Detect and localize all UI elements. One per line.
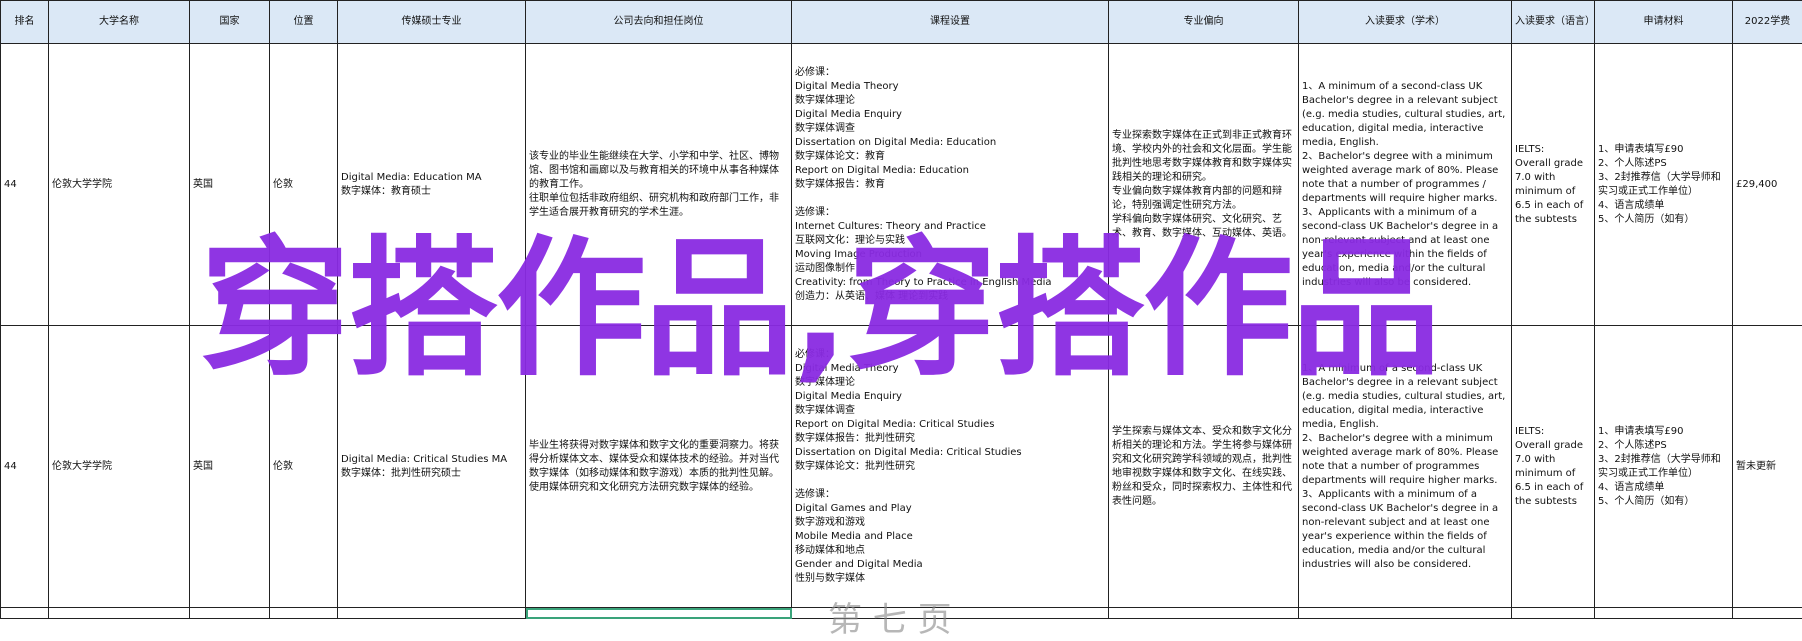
cell-fee[interactable]: 暂未更新	[1733, 326, 1802, 608]
col-header-university[interactable]: 大学名称	[49, 1, 190, 44]
cell-university[interactable]: 伦敦大学学院	[49, 44, 190, 326]
cell-location[interactable]: 伦敦	[270, 44, 338, 326]
cell-major[interactable]: Digital Media: Critical Studies MA 数字媒体：…	[338, 326, 526, 608]
header-row: 排名 大学名称 国家 位置 传媒硕士专业 公司去向和担任岗位 课程设置 专业偏向…	[1, 1, 1802, 44]
table-row: 44 伦敦大学学院 英国 伦敦 Digital Media: Critical …	[1, 326, 1802, 608]
cell-university[interactable]: 伦敦大学学院	[49, 326, 190, 608]
cell-language-req[interactable]: IELTS: Overall grade 7.0 with minimum of…	[1512, 44, 1595, 326]
col-header-country[interactable]: 国家	[190, 1, 270, 44]
col-header-rank[interactable]: 排名	[1, 1, 49, 44]
cell-fee[interactable]: £29,400	[1733, 44, 1802, 326]
cell-empty[interactable]	[1, 608, 49, 619]
cell-empty[interactable]	[1299, 608, 1512, 619]
spreadsheet-table: 排名 大学名称 国家 位置 传媒硕士专业 公司去向和担任岗位 课程设置 专业偏向…	[0, 0, 1802, 619]
col-header-fee[interactable]: 2022学费	[1733, 1, 1802, 44]
cell-academic-req[interactable]: 1、A minimum of a second-class UK Bachelo…	[1299, 44, 1512, 326]
cell-selected[interactable]	[526, 608, 792, 619]
cell-academic-req[interactable]: 1、A minimum of a second-class UK Bachelo…	[1299, 326, 1512, 608]
col-header-major[interactable]: 传媒硕士专业	[338, 1, 526, 44]
cell-focus[interactable]: 学生探索与媒体文本、受众和数字文化分析相关的理论和方法。学生将参与媒体研究和文化…	[1109, 326, 1299, 608]
cell-empty[interactable]	[338, 608, 526, 619]
cell-empty[interactable]	[1109, 608, 1299, 619]
cell-career[interactable]: 毕业生将获得对数字媒体和数字文化的重要洞察力。将获得分析媒体文本、媒体受众和媒体…	[526, 326, 792, 608]
cell-empty[interactable]	[1595, 608, 1733, 619]
col-header-academic-req[interactable]: 入读要求（学术）	[1299, 1, 1512, 44]
ghost-page-text: 第 七 页	[828, 592, 952, 641]
cell-empty[interactable]	[190, 608, 270, 619]
cell-country[interactable]: 英国	[190, 44, 270, 326]
cell-empty[interactable]	[270, 608, 338, 619]
col-header-language-req[interactable]: 入读要求（语言）	[1512, 1, 1595, 44]
cell-courses[interactable]: 必修课： Digital Media Theory 数字媒体理论 Digital…	[792, 326, 1109, 608]
cell-career[interactable]: 该专业的毕业生能继续在大学、小学和中学、社区、博物馆、图书馆和画廊以及与教育相关…	[526, 44, 792, 326]
table-row: 44 伦敦大学学院 英国 伦敦 Digital Media: Education…	[1, 44, 1802, 326]
cell-materials[interactable]: 1、申请表填写£90 2、个人陈述PS 3、2封推荐信（大学导师和实习或正式工作…	[1595, 44, 1733, 326]
col-header-career[interactable]: 公司去向和担任岗位	[526, 1, 792, 44]
col-header-materials[interactable]: 申请材料	[1595, 1, 1733, 44]
cell-empty[interactable]	[1733, 608, 1802, 619]
cell-empty[interactable]	[49, 608, 190, 619]
col-header-focus[interactable]: 专业偏向	[1109, 1, 1299, 44]
cell-rank[interactable]: 44	[1, 44, 49, 326]
cell-language-req[interactable]: IELTS: Overall grade 7.0 with minimum of…	[1512, 326, 1595, 608]
col-header-courses[interactable]: 课程设置	[792, 1, 1109, 44]
cell-major[interactable]: Digital Media: Education MA 数字媒体：教育硕士	[338, 44, 526, 326]
cell-courses[interactable]: 必修课： Digital Media Theory 数字媒体理论 Digital…	[792, 44, 1109, 326]
cell-focus[interactable]: 专业探索数字媒体在正式到非正式教育环境、学校内外的社会和文化层面。学生能批判性地…	[1109, 44, 1299, 326]
cell-materials[interactable]: 1、申请表填写£90 2、个人陈述PS 3、2封推荐信（大学导师和实习或正式工作…	[1595, 326, 1733, 608]
cell-location[interactable]: 伦敦	[270, 326, 338, 608]
cell-empty[interactable]	[1512, 608, 1595, 619]
col-header-location[interactable]: 位置	[270, 1, 338, 44]
cell-rank[interactable]: 44	[1, 326, 49, 608]
cell-country[interactable]: 英国	[190, 326, 270, 608]
